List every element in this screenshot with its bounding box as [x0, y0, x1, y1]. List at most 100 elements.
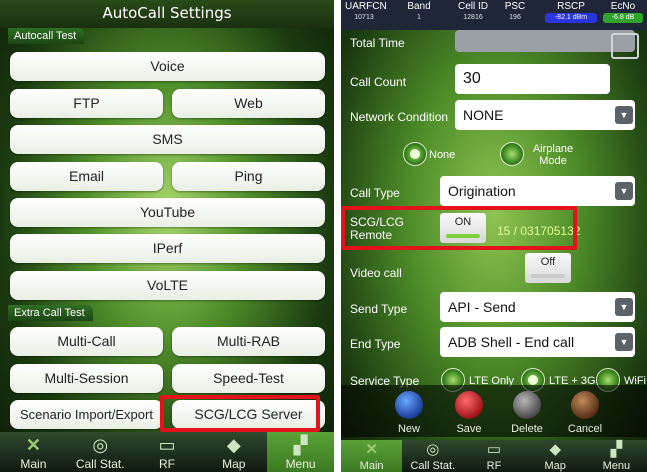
dropdown-arrow-icon: ▼: [615, 106, 633, 124]
map-icon: ◆: [549, 441, 561, 458]
cancel-label: Cancel: [567, 423, 603, 435]
status-ecno: EcNo -6.8 dB: [603, 0, 643, 23]
status-value: 196: [509, 14, 521, 21]
bottom-nav: ✕ Main ◎ Call Stat. ▭ RF ◆ Map ▞ Menu: [341, 440, 647, 472]
nav-label: RF: [158, 457, 175, 471]
radio-airplane-line2: Mode: [539, 155, 567, 167]
network-condition-value: NONE: [463, 107, 504, 123]
call-type-dropdown[interactable]: Origination ▼: [440, 176, 635, 206]
total-time-field[interactable]: [455, 30, 635, 52]
menu-icon: ▞: [610, 441, 623, 458]
nav-tab-rf[interactable]: ▭ RF: [134, 432, 201, 472]
radio-airplane-label: Airplane Mode: [529, 143, 577, 167]
send-type-value: API - Send: [448, 299, 516, 315]
x-icon: ✕: [25, 435, 41, 455]
status-uarfcn: UARFCN 10713: [345, 0, 387, 23]
ping-button[interactable]: Ping: [172, 162, 325, 191]
speed-test-button[interactable]: Speed-Test: [172, 364, 325, 393]
radio-none[interactable]: [403, 142, 427, 166]
web-button[interactable]: Web: [172, 89, 325, 118]
nav-tab-rf[interactable]: ▭ RF: [463, 440, 524, 472]
new-label: New: [397, 423, 420, 435]
delete-label: Delete: [511, 423, 543, 435]
multi-rab-button[interactable]: Multi-RAB: [172, 327, 325, 356]
video-call-label: Video call: [350, 266, 402, 280]
nav-tab-main[interactable]: ✕ Main: [0, 432, 67, 472]
x-icon: ✕: [365, 441, 378, 458]
status-header: Band: [407, 1, 431, 12]
network-condition-dropdown[interactable]: NONE ▼: [455, 100, 635, 130]
rf-icon: ▭: [158, 435, 176, 455]
email-button[interactable]: Email: [10, 162, 163, 191]
nav-tab-map[interactable]: ◆ Map: [200, 432, 267, 472]
nav-label: Menu: [285, 457, 316, 471]
ftp-button[interactable]: FTP: [10, 89, 163, 118]
save-button[interactable]: [455, 391, 483, 419]
status-band: Band 1: [399, 0, 439, 23]
section-autocall-test: Autocall Test: [8, 28, 85, 44]
rf-icon: ▭: [486, 441, 502, 458]
section-extra-call-test: Extra Call Test: [8, 305, 93, 321]
video-toggle-label: Off: [540, 256, 556, 268]
new-button[interactable]: [395, 391, 423, 419]
nav-tab-call-stat[interactable]: ◎ Call Stat.: [67, 432, 134, 472]
save-label: Save: [456, 423, 482, 435]
call-settings-screen: UARFCN 10713 Band 1 Cell ID 12816 PSC 19…: [341, 0, 647, 472]
status-value: 12816: [463, 14, 483, 21]
nav-label: Call Stat.: [410, 460, 456, 472]
nav-label: RF: [486, 460, 502, 472]
voice-button[interactable]: Voice: [10, 52, 325, 81]
nav-label: Menu: [602, 460, 631, 472]
cancel-button[interactable]: [571, 391, 599, 419]
nav-label: Main: [359, 460, 384, 472]
call-type-value: Origination: [448, 183, 516, 199]
multi-call-button[interactable]: Multi-Call: [10, 327, 163, 356]
autocall-settings-screen: AutoCall Settings Autocall Test Voice FT…: [0, 0, 334, 472]
delete-button[interactable]: [513, 391, 541, 419]
send-type-dropdown[interactable]: API - Send ▼: [440, 292, 635, 322]
call-count-field[interactable]: 30: [455, 64, 610, 94]
video-call-toggle[interactable]: Off: [525, 253, 571, 283]
radio-airplane-mode[interactable]: [500, 142, 524, 166]
dropdown-arrow-icon: ▼: [615, 333, 633, 351]
nav-label: Map: [222, 457, 246, 471]
bottom-nav: ✕ Main ◎ Call Stat. ▭ RF ◆ Map ▞ Menu: [0, 432, 334, 472]
status-header: PSC: [504, 1, 526, 12]
nav-label: Call Stat.: [75, 457, 125, 471]
end-type-dropdown[interactable]: ADB Shell - End call ▼: [440, 327, 635, 357]
nav-tab-call-stat[interactable]: ◎ Call Stat.: [402, 440, 463, 472]
call-count-label: Call Count: [350, 75, 407, 89]
youtube-button[interactable]: YouTube: [10, 198, 325, 227]
scenario-import-export-button[interactable]: Scenario Import/Export: [10, 400, 163, 429]
nav-label: Map: [544, 460, 566, 472]
status-cell-id: Cell ID 12816: [453, 0, 493, 23]
radio-none-label: None: [429, 149, 456, 161]
multi-session-button[interactable]: Multi-Session: [10, 364, 163, 393]
rf-status-bar: UARFCN 10713 Band 1 Cell ID 12816 PSC 19…: [341, 0, 647, 30]
highlight-scg-lcg-remote: [341, 206, 577, 250]
status-header: RSCP: [557, 1, 585, 12]
nav-label: Main: [20, 457, 47, 471]
highlight-scg-lcg-server: [160, 395, 320, 432]
end-type-label: End Type: [350, 337, 401, 351]
status-value: 10713: [354, 14, 374, 21]
total-time-checkbox[interactable]: [611, 33, 639, 59]
call-stat-icon: ◎: [426, 441, 440, 458]
status-value: -82.1 dBm: [545, 13, 597, 23]
status-header: UARFCN: [345, 1, 387, 12]
nav-tab-menu[interactable]: ▞ Menu: [586, 440, 647, 472]
status-psc: PSC 196: [499, 0, 531, 23]
call-stat-icon: ◎: [92, 435, 109, 455]
menu-icon: ▞: [293, 435, 308, 455]
nav-tab-menu[interactable]: ▞ Menu: [267, 432, 334, 472]
volte-button[interactable]: VoLTE: [10, 271, 325, 300]
page-title: AutoCall Settings: [0, 0, 334, 28]
nav-tab-main[interactable]: ✕ Main: [341, 440, 403, 472]
call-type-label: Call Type: [350, 186, 400, 200]
nav-tab-map[interactable]: ◆ Map: [525, 440, 586, 472]
status-header: EcNo: [610, 1, 636, 12]
iperf-button[interactable]: IPerf: [10, 234, 325, 263]
status-header: Cell ID: [457, 1, 488, 12]
network-condition-label: Network Condition: [350, 110, 449, 124]
sms-button[interactable]: SMS: [10, 125, 325, 154]
